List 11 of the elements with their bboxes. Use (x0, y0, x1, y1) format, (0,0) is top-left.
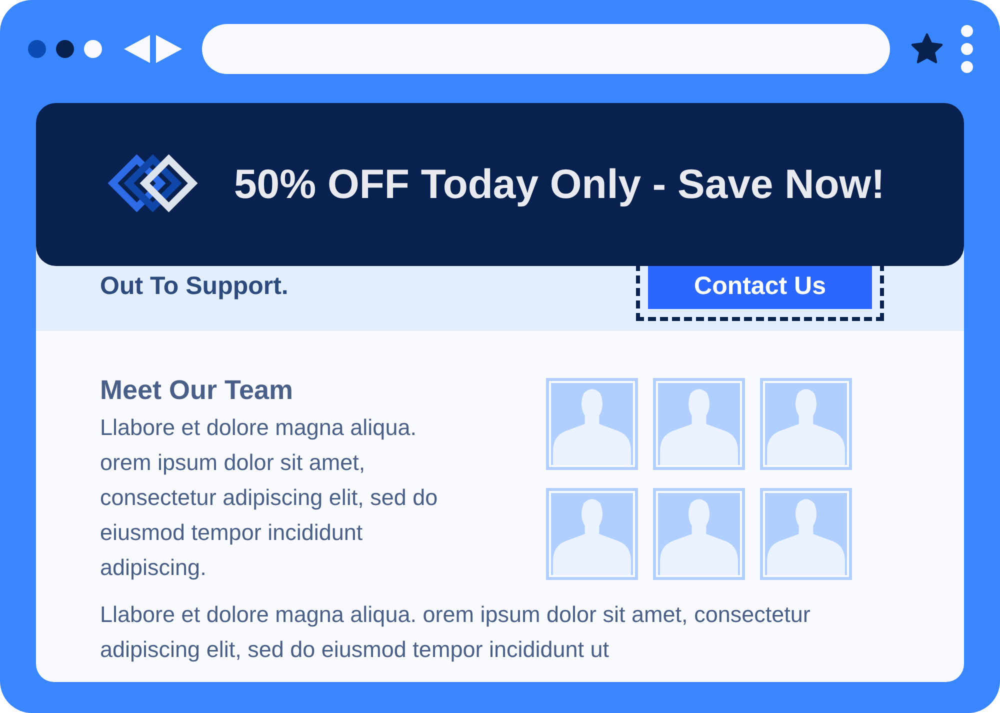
support-text: Out To Support. (100, 272, 288, 301)
contact-button[interactable]: Contact Us (648, 263, 872, 309)
star-icon[interactable] (910, 33, 944, 65)
back-icon[interactable] (124, 35, 150, 63)
menu-icon[interactable] (960, 24, 974, 74)
promo-dialog[interactable]: 50% OFF Today Only - Save Now! (36, 103, 964, 266)
promo-text: 50% OFF Today Only - Save Now! (234, 161, 885, 208)
footer-paragraph: Llabore et dolore magna aliqua. orem ipsum dolor sit amet, consectetur adipiscing elit, sed do eiusmod tempor incididunt ut (100, 601, 812, 664)
team-heading: Meet Our Team (100, 375, 294, 406)
team-paragraph: Llabore et dolore magna aliqua. orem ipsum dolor sit amet, consectetur adipiscing elit, sed do eiusmod tempor incididunt adipiscing. (100, 414, 439, 582)
forward-icon[interactable] (156, 35, 182, 63)
